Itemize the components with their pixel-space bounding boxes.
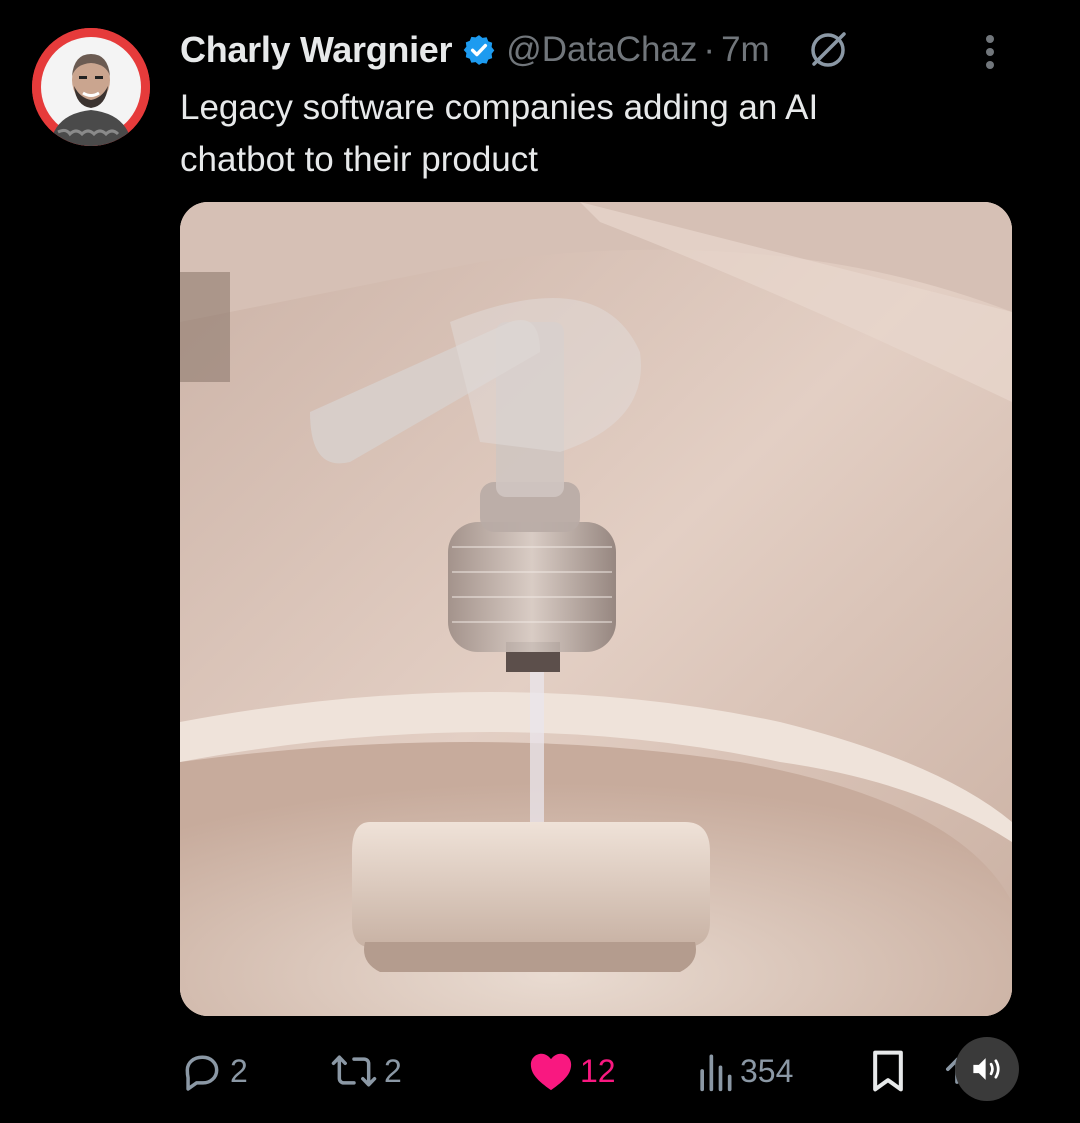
like-button[interactable]: 12 <box>528 1040 616 1102</box>
speaker-icon <box>973 1058 1000 1080</box>
reply-button[interactable]: 2 <box>180 1040 248 1102</box>
like-count: 12 <box>580 1052 616 1089</box>
heart-icon <box>530 1053 572 1091</box>
soap-dispenser-photo <box>180 202 1012 1016</box>
reply-icon <box>185 1055 219 1091</box>
tweet-actions: 2 2 12 354 <box>180 1040 1040 1102</box>
tweet-timestamp[interactable]: 7m <box>721 30 770 70</box>
author-avatar[interactable] <box>32 28 150 146</box>
grok-icon[interactable] <box>804 26 852 74</box>
verified-badge-icon <box>463 35 495 65</box>
sound-toggle-button[interactable] <box>955 1037 1019 1101</box>
author-name[interactable]: Charly Wargnier <box>180 29 453 71</box>
avatar-image <box>32 28 150 146</box>
bookmark-icon <box>873 1050 903 1092</box>
views-icon <box>700 1054 732 1092</box>
tweet-header: Charly Wargnier @DataChaz · 7m <box>180 26 852 74</box>
views-button[interactable]: 354 <box>696 1040 793 1102</box>
more-vertical-icon[interactable] <box>970 30 1010 74</box>
repost-count: 2 <box>384 1052 402 1089</box>
tweet-text: Legacy software companies adding an AI c… <box>180 88 819 179</box>
author-handle[interactable]: @DataChaz <box>506 30 697 70</box>
repost-button[interactable]: 2 <box>330 1040 402 1102</box>
header-separator: · <box>703 30 716 69</box>
repost-icon <box>331 1055 377 1087</box>
tweet-media-photo[interactable] <box>180 202 1012 1016</box>
reply-count: 2 <box>230 1052 248 1089</box>
views-count: 354 <box>740 1052 794 1089</box>
bookmark-button[interactable] <box>870 1040 906 1102</box>
